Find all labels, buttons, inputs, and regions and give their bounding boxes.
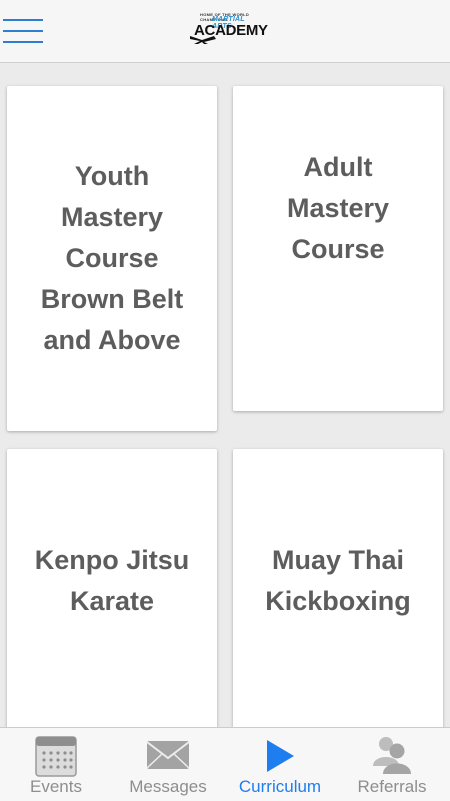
- card-label: Youth Mastery Course Brown Belt and Abov…: [40, 161, 184, 355]
- tab-label: Curriculum: [238, 777, 322, 796]
- tab-label: Referrals: [357, 777, 427, 796]
- envelope-icon: [146, 741, 190, 769]
- belt-icon: [190, 36, 216, 44]
- card-adult-mastery-course[interactable]: Adult Mastery Course: [233, 86, 443, 411]
- hamburger-menu-icon[interactable]: [3, 19, 43, 45]
- card-muay-thai-kickboxing[interactable]: Muay Thai Kickboxing: [233, 449, 443, 739]
- app-header: HOME OF THE WORLD CHAMPIONS MARTIAL ARTS…: [0, 0, 450, 63]
- tab-messages[interactable]: Messages: [112, 728, 224, 801]
- tab-label: Events: [30, 777, 82, 796]
- calendar-icon: [35, 736, 77, 777]
- tab-events[interactable]: Events: [0, 728, 112, 801]
- tab-referrals[interactable]: Referrals: [336, 728, 448, 801]
- menu-bar: [3, 19, 43, 21]
- tab-label: Messages: [129, 777, 207, 796]
- menu-bar: [3, 41, 43, 43]
- academy-logo: HOME OF THE WORLD CHAMPIONS MARTIAL ARTS…: [186, 10, 268, 48]
- card-youth-mastery-course[interactable]: Youth Mastery Course Brown Belt and Abov…: [7, 86, 217, 431]
- people-icon: [373, 737, 411, 774]
- card-label: Kenpo Jitsu Karate: [34, 545, 190, 616]
- tab-curriculum[interactable]: Curriculum: [224, 728, 336, 801]
- menu-bar: [3, 30, 43, 32]
- bottom-tab-bar: Events Messages Curriculum Referrals: [0, 727, 450, 801]
- card-label: Muay Thai Kickboxing: [265, 545, 411, 616]
- play-icon: [267, 740, 294, 772]
- card-kenpo-jitsu-karate[interactable]: Kenpo Jitsu Karate: [7, 449, 217, 739]
- card-label: Adult Mastery Course: [286, 152, 390, 264]
